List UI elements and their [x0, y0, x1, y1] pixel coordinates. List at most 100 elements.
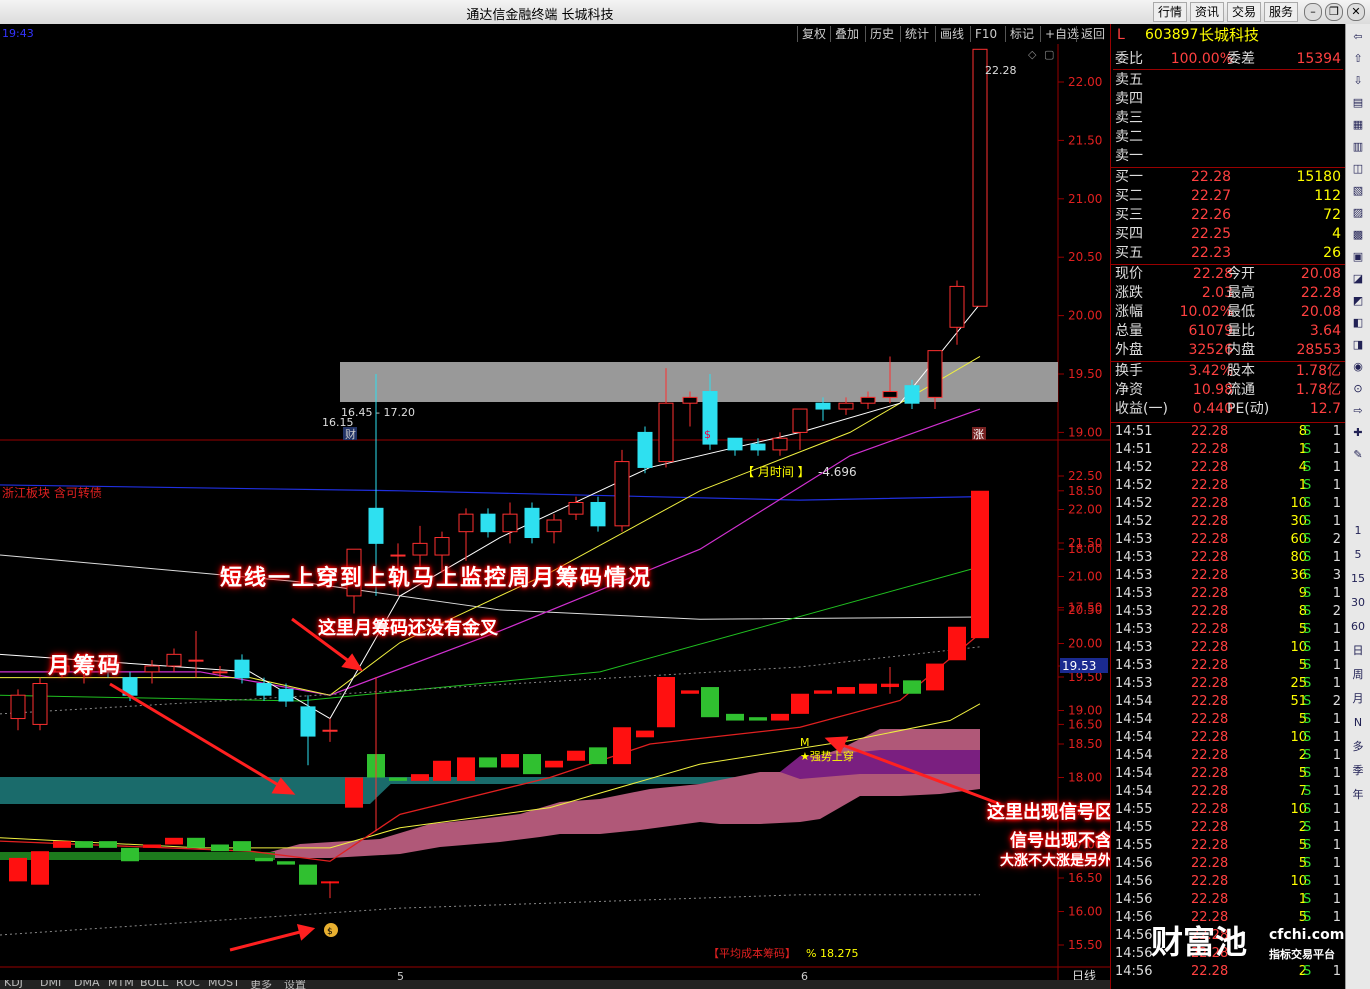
period-button[interactable]: 多 — [1351, 740, 1365, 754]
ma-line — [0, 408, 981, 696]
tab-more[interactable]: 更多 — [250, 980, 272, 989]
buy-row[interactable]: 买五 22.23 26 — [1113, 244, 1343, 263]
menu-jiaoyi[interactable]: 交易 — [1227, 2, 1262, 22]
btn-huaxian[interactable]: 画线 — [935, 26, 968, 42]
tool-icon[interactable]: ▨ — [1351, 206, 1365, 220]
menu-fuwu[interactable]: 服务 — [1264, 2, 1299, 22]
lower-candle — [165, 837, 183, 845]
btn-tongji[interactable]: 统计 — [900, 26, 933, 42]
buy-row[interactable]: 买二 22.27 112 — [1113, 187, 1343, 206]
kline-chart[interactable]: 22.00 21.50 21.00 20.50 20.00 19.50 19.00 18.50… — [0, 44, 1110, 989]
tick-price: 22.28 — [1191, 586, 1229, 601]
tool-icon[interactable]: ▦ — [1351, 118, 1365, 132]
buy-row[interactable]: 买四 22.25 4 — [1113, 225, 1343, 244]
tab-kdj[interactable]: KDJ — [4, 980, 23, 989]
tool-icon[interactable]: ◧ — [1351, 316, 1365, 330]
period-button[interactable]: 日 — [1351, 644, 1365, 658]
menu-hangqing[interactable]: 行情 — [1153, 2, 1188, 22]
tool-icon[interactable]: ▣ — [1351, 250, 1365, 264]
tool-icon[interactable]: ⇨ — [1351, 404, 1365, 418]
tool-icon[interactable]: ▥ — [1351, 140, 1365, 154]
tool-icon[interactable]: ▤ — [1351, 96, 1365, 110]
tab-roc[interactable]: ROC — [176, 980, 200, 989]
tool-icon[interactable]: ▧ — [1351, 184, 1365, 198]
stat-row-l2: 流通 — [1227, 382, 1255, 398]
tick-price: 22.28 — [1191, 892, 1229, 907]
tick-count: 1 — [1332, 550, 1341, 565]
btn-fanhui[interactable]: 返回 — [1076, 26, 1109, 42]
stat-row: 外盘 32526 内盘 28553 — [1113, 341, 1343, 360]
tab-boll[interactable]: BOLL — [140, 980, 168, 989]
tool-icon[interactable]: ◨ — [1351, 338, 1365, 352]
tool-icon[interactable]: ✎ — [1351, 448, 1365, 462]
close-icon[interactable]: ✕ — [1347, 3, 1365, 21]
tool-icon[interactable]: ◫ — [1351, 162, 1365, 176]
channel-band — [340, 362, 1058, 402]
tick-time: 14:54 — [1115, 694, 1153, 709]
tick-count: 1 — [1332, 424, 1341, 439]
lower-candle — [501, 754, 519, 768]
tool-icon[interactable]: ⊙ — [1351, 382, 1365, 396]
period-button[interactable]: 5 — [1351, 548, 1365, 562]
minimize-icon[interactable]: – — [1304, 3, 1322, 21]
tool-icon[interactable]: ◩ — [1351, 294, 1365, 308]
tool-icon[interactable]: ⇧ — [1351, 52, 1365, 66]
btn-biaoji[interactable]: 标记 — [1005, 26, 1038, 42]
tool-icon[interactable]: ✚ — [1351, 426, 1365, 440]
lower-candle — [9, 857, 27, 882]
tab-dma[interactable]: DMA — [74, 980, 100, 989]
lower-candle — [681, 690, 699, 694]
tab-mtm[interactable]: MTM — [108, 980, 134, 989]
toolbar-time: 19:43 — [2, 27, 34, 40]
tool-icon[interactable]: ◉ — [1351, 360, 1365, 374]
period-button[interactable]: 30 — [1351, 596, 1365, 610]
btn-f10[interactable]: F10 — [970, 26, 1001, 42]
buy-row[interactable]: 买一 22.28 15180 — [1113, 168, 1343, 187]
stat-row: 现价 22.28 今开 20.08 — [1113, 265, 1343, 284]
menu-zixun[interactable]: 资讯 — [1190, 2, 1225, 22]
lower-axis-tick: 16.00 — [1068, 905, 1102, 919]
period-button[interactable]: 周 — [1351, 668, 1365, 682]
tool-icon[interactable]: ▩ — [1351, 228, 1365, 242]
btn-fuquan[interactable]: 复权 — [797, 26, 830, 42]
tick-time: 14:54 — [1115, 730, 1153, 745]
tick-count: 1 — [1332, 910, 1341, 925]
tick-time: 14:54 — [1115, 712, 1153, 727]
stat-row-l1: 涨跌 — [1115, 285, 1143, 301]
btn-lishi[interactable]: 历史 — [865, 26, 898, 42]
tick-list[interactable]: 14:51 22.28 8 S 1 14:51 22.28 1 S 1 14:52 22.28 4 S 1 1… — [1111, 423, 1345, 989]
tool-icon[interactable]: ⇦ — [1351, 30, 1365, 44]
tab-most[interactable]: MOST — [208, 980, 240, 989]
period-button[interactable]: 15 — [1351, 572, 1365, 586]
tab-settings[interactable]: 设置 — [284, 980, 306, 989]
btn-diejia[interactable]: 叠加 — [830, 26, 863, 42]
square-icon[interactable]: ▢ — [1044, 48, 1054, 61]
lower-candle — [211, 844, 229, 852]
tool-icon[interactable]: ◪ — [1351, 272, 1365, 286]
buy-label: 买四 — [1115, 226, 1143, 242]
period-button[interactable]: 月 — [1351, 692, 1365, 706]
candle-body — [524, 507, 540, 539]
tick-time: 14:53 — [1115, 676, 1153, 691]
lower-axis-tick: 22.50 — [1068, 469, 1102, 483]
period-button[interactable]: 1 — [1351, 524, 1365, 538]
tab-dmi[interactable]: DMI — [40, 980, 61, 989]
lower-candle — [411, 774, 429, 781]
stat-row-l2: 今开 — [1227, 266, 1255, 282]
period-button[interactable]: 年 — [1351, 788, 1365, 802]
buy-price: 22.23 — [1191, 245, 1232, 261]
period-button[interactable]: N — [1351, 716, 1365, 730]
period-button[interactable]: 60 — [1351, 620, 1365, 634]
restore-icon[interactable]: ❐ — [1325, 3, 1343, 21]
buy-volume: 72 — [1323, 207, 1341, 223]
diamond-icon[interactable]: ◇ — [1028, 48, 1037, 61]
buy-row[interactable]: 买三 22.26 72 — [1113, 206, 1343, 225]
tick-side: S — [1303, 442, 1312, 457]
tick-time: 14:56 — [1115, 892, 1153, 907]
tick-count: 2 — [1332, 694, 1341, 709]
tool-icon[interactable]: ⇩ — [1351, 74, 1365, 88]
period-button[interactable]: 季 — [1351, 764, 1365, 778]
tick-side: S — [1303, 838, 1312, 853]
lower-axis-tick: 21.50 — [1068, 536, 1102, 550]
tick-side: S — [1303, 856, 1312, 871]
